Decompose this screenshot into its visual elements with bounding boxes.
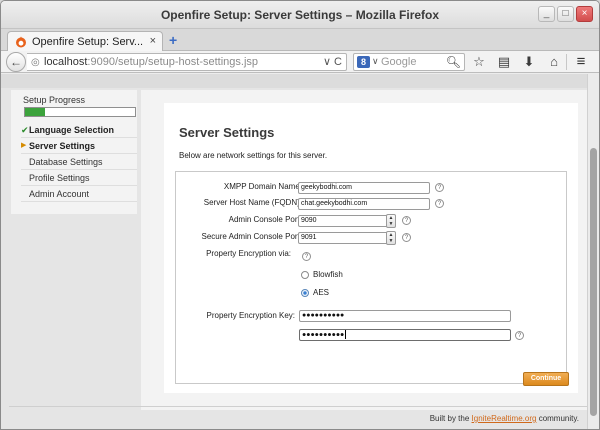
setup-step-admin-account: Admin Account (21, 186, 137, 202)
home-icon[interactable]: ⌂ (546, 53, 562, 71)
page-top-strip (1, 74, 587, 88)
encryption-key-input[interactable]: ●●●●●●●●●● (299, 310, 511, 322)
setup-step-label: Server Settings (29, 141, 96, 151)
tab-openfire-setup[interactable]: Openfire Setup: Serv... × (7, 31, 163, 52)
globe-icon: ◎ (31, 57, 40, 68)
admin-port-help-icon[interactable]: ? (402, 216, 411, 225)
footer-suffix: community. (538, 414, 579, 423)
setup-step-database-settings: Database Settings (21, 154, 137, 170)
page-footer: Built by the IgniteRealtime.org communit… (1, 414, 579, 423)
chevron-down-icon[interactable]: ∨ (372, 56, 379, 67)
openfire-flame-icon (16, 36, 26, 48)
blowfish-radio-label: Blowfish (313, 270, 343, 279)
setup-step-label: Profile Settings (29, 173, 90, 183)
admin-port-label: Admin Console Port: (228, 215, 302, 224)
fqdn-input[interactable]: chat.geekybodhi.com (298, 198, 430, 210)
admin-port-stepper[interactable]: ▲ ▼ (386, 214, 396, 228)
encryption-key-help-icon[interactable]: ? (515, 331, 524, 340)
setup-step-server-settings: ▶ Server Settings (21, 138, 137, 154)
window-title: Openfire Setup: Server Settings – Mozill… (160, 8, 440, 22)
minimize-button[interactable]: _ (538, 6, 555, 22)
url-path: :9090/setup/setup-host-settings.jsp (87, 56, 259, 68)
secure-admin-port-stepper[interactable]: ▲ ▼ (386, 231, 396, 245)
setup-step-label: Database Settings (29, 157, 103, 167)
url-text: localhost:9090/setup/setup-host-settings… (44, 56, 258, 68)
page-viewport: Setup Progress ✔ Language Selection ▶ Serve… (1, 74, 587, 429)
tab-bar: Openfire Setup: Serv... × + (1, 29, 599, 52)
new-tab-button[interactable]: + (169, 33, 177, 47)
footer-divider (9, 406, 587, 407)
encryption-key-confirm-input[interactable]: ●●●●●●●●●● (299, 329, 511, 341)
hamburger-menu-icon[interactable]: ≡ (573, 53, 589, 71)
vertical-scrollbar[interactable] (587, 74, 599, 429)
ignite-realtime-link[interactable]: IgniteRealtime.org (472, 414, 537, 423)
setup-step-label: Admin Account (29, 189, 90, 199)
continue-button[interactable]: Continue (523, 372, 569, 386)
maximize-button[interactable]: □ (557, 6, 574, 22)
search-engine-icon[interactable]: 8 (357, 56, 370, 68)
secure-admin-port-input[interactable]: 9091 (298, 232, 396, 244)
tab-close-icon[interactable]: × (150, 35, 156, 47)
setup-step-label: Language Selection (29, 125, 115, 135)
page-description: Below are network settings for this serv… (179, 151, 328, 160)
setup-progress-fill (25, 108, 45, 116)
setup-progress-bar (24, 107, 136, 117)
browser-window: Openfire Setup: Server Settings – Mozill… (0, 0, 600, 430)
setup-progress-label: Setup Progress (23, 95, 86, 105)
setup-step-profile-settings: Profile Settings (21, 170, 137, 186)
encryption-via-label: Property Encryption via: (206, 249, 291, 258)
setup-steps-list: ✔ Language Selection ▶ Server Settings Datab… (21, 122, 137, 202)
server-settings-panel: Server Settings Below are network settin… (164, 103, 578, 393)
fqdn-help-icon[interactable]: ? (435, 199, 444, 208)
toolbar-icons: ☆ ▤ ⬇︎ ⌂ (471, 53, 562, 71)
aes-radio-label: AES (313, 288, 330, 297)
close-window-button[interactable]: × (576, 6, 593, 22)
blowfish-radio[interactable] (301, 271, 309, 279)
bookmarks-menu-icon[interactable]: ▤ (496, 53, 512, 71)
back-button[interactable]: ← (6, 52, 26, 72)
url-bar[interactable]: ◎ localhost:9090/setup/setup-host-settin… (27, 53, 347, 71)
secure-admin-port-help-icon[interactable]: ? (402, 233, 411, 242)
back-arrow-icon: ← (10, 55, 22, 69)
fqdn-label: Server Host Name (FQDN): (203, 198, 302, 207)
scrollbar-thumb[interactable] (590, 148, 597, 416)
text-caret (345, 330, 347, 339)
title-bar: Openfire Setup: Server Settings – Mozill… (1, 1, 599, 29)
search-placeholder: Google (381, 56, 417, 68)
xmpp-domain-input[interactable]: geekybodhi.com (298, 182, 430, 194)
setup-step-language-selection: ✔ Language Selection (21, 122, 137, 138)
navigation-bar: ← ◎ localhost:9090/setup/setup-host-sett… (1, 51, 599, 73)
search-bar[interactable]: 8 ∨ Google 🔍︎ (353, 53, 465, 71)
search-icon[interactable]: 🔍︎ (446, 55, 461, 69)
checkmark-icon: ✔ (21, 125, 29, 135)
secure-admin-port-label: Secure Admin Console Port: (201, 232, 303, 241)
xmpp-domain-label: XMPP Domain Name: (223, 182, 302, 191)
settings-form: XMPP Domain Name: geekybodhi.com ? Serve… (175, 171, 569, 386)
url-host: localhost (44, 56, 88, 68)
encryption-via-help-icon[interactable]: ? (302, 252, 311, 261)
current-step-arrow-icon: ▶ (21, 142, 27, 149)
page-title: Server Settings (179, 125, 275, 140)
tab-title: Openfire Setup: Serv... (32, 36, 144, 48)
window-controls: _ □ × (538, 6, 593, 22)
reload-icon[interactable]: ∨ C (323, 55, 342, 68)
encryption-key-label: Property Encryption Key: (206, 311, 295, 320)
footer-prefix: Built by the (429, 414, 470, 423)
aes-radio[interactable] (301, 289, 309, 297)
toolbar-divider (566, 54, 567, 70)
xmpp-domain-help-icon[interactable]: ? (435, 183, 444, 192)
encryption-key-confirm-value: ●●●●●●●●●● (302, 331, 345, 339)
admin-port-input[interactable]: 9090 (298, 215, 396, 227)
setup-progress-sidebar: Setup Progress ✔ Language Selection ▶ Serve… (11, 90, 137, 214)
download-icon[interactable]: ⬇︎ (521, 53, 537, 71)
bookmark-star-icon[interactable]: ☆ (471, 53, 487, 71)
